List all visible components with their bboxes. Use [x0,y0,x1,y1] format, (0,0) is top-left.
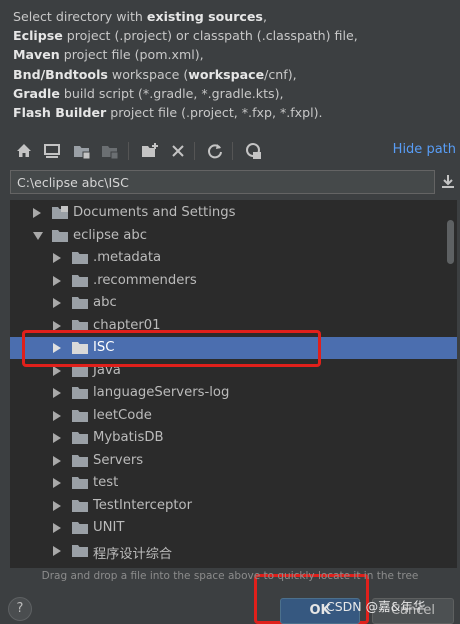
tree-row[interactable]: languageServers-log [10,382,457,404]
chevron-right-icon[interactable] [53,365,61,376]
chevron-right-icon[interactable] [53,545,61,556]
chevron-right-icon[interactable] [53,523,61,533]
desc-bnd: Bnd/Bndtools [13,66,108,82]
chevron-right-icon[interactable] [53,320,61,331]
folder-icon [72,454,88,467]
toolbar-separator [128,142,129,160]
chevron-right-icon[interactable] [53,433,61,443]
folder-icon [72,477,88,489]
desc-line5-text: build script (*.gradle, *.gradle.kts), [59,85,284,101]
help-button[interactable]: ? [8,597,32,621]
desc-line4-text: /cnf), [264,66,297,82]
desktop-icon[interactable] [42,141,62,161]
tree-row-label: .metadata [93,250,162,265]
folder-icon [52,206,68,219]
chevron-right-icon[interactable] [53,388,61,398]
folder-icon [72,499,88,512]
tree-row[interactable]: MybatisDB [10,427,457,449]
folder-icon [72,274,88,287]
directory-tree[interactable]: Documents and Settings eclipse abc .metada… [10,200,457,568]
tree-row-label: test [93,475,119,490]
desc-line4-mid: workspace ( [107,66,189,82]
tree-row-label: 程序设计综合 [93,546,173,562]
tree-row-label: Documents and Settings [73,205,236,220]
drag-drop-hint: Drag and drop a file into the space abov… [41,570,419,582]
chevron-right-icon[interactable] [53,500,61,511]
tree-row[interactable]: leetCode [10,405,457,427]
chevron-right-icon[interactable] [53,275,61,286]
description-text: Select directory with existing sources, … [13,7,453,122]
tree-row-label: Servers [93,452,144,468]
tree-row-label: abc [93,295,117,310]
download-icon[interactable] [440,173,456,189]
tree-row-label: eclipse abc [73,227,147,243]
desc-line3-text: project file (pom.xml), [59,47,204,63]
tree-row-label: leetCode [93,407,152,423]
chevron-right-icon[interactable] [53,253,61,263]
chevron-right-icon[interactable] [53,410,61,421]
toolbar-separator [232,142,233,160]
module-folder-icon[interactable] [100,141,120,161]
file-chooser-toolbar: Hide path [0,138,460,164]
folder-icon [72,522,88,534]
folder-icon [52,229,68,242]
tree-row[interactable]: .recommenders [10,270,457,292]
folder-icon [72,544,88,557]
desc-line6-text: project file (.project, *.fxp, *.fxpl). [106,105,323,121]
tree-row[interactable]: 程序设计综合 [10,540,457,562]
csdn-watermark: CSDN @嘉&年华 [326,599,426,614]
tree-horizontal-scrollbar[interactable] [10,562,457,568]
tree-row-label: UNIT [93,520,125,535]
folder-icon [72,252,88,264]
desc-flash-builder: Flash Builder [13,105,107,121]
tree-row[interactable]: Servers [10,450,457,472]
chevron-down-icon[interactable] [33,231,43,240]
hide-path-link[interactable]: Hide path [393,142,456,157]
home-icon[interactable] [14,141,34,161]
folder-icon [72,409,88,422]
tree-row-label: MybatisDB [93,430,164,445]
chevron-right-icon[interactable] [53,478,61,488]
chevron-right-icon[interactable] [33,208,41,218]
tree-row[interactable]: Documents and Settings [10,202,457,224]
desc-line1-suffix: , [262,9,267,24]
new-folder-icon[interactable] [140,141,160,161]
desc-gradle: Gradle [13,85,60,101]
toolbar-separator [194,142,195,160]
isc-highlight-annotation [22,330,321,367]
tree-row-label: .recommenders [93,272,197,288]
path-input[interactable] [10,170,435,194]
folder-icon [72,387,88,399]
delete-icon[interactable] [168,141,188,161]
desc-eclipse: Eclipse [13,28,63,44]
tree-row-label: languageServers-log [93,385,230,400]
tree-vertical-scrollbar[interactable] [447,220,454,264]
desc-line2-text: project (.project) or classpath (.classp… [62,28,358,44]
desc-existing-sources: existing sources [146,9,263,24]
tree-row[interactable]: UNIT [10,517,457,539]
refresh-icon[interactable] [205,141,225,161]
project-folder-icon[interactable] [72,141,92,161]
folder-icon [72,432,88,444]
chevron-right-icon[interactable] [53,455,61,466]
desc-line1-text: Select directory with [13,9,147,24]
desc-workspace: workspace [188,66,265,82]
tree-row[interactable]: abc [10,292,457,314]
folder-icon [72,297,88,309]
tree-row[interactable]: TestInterceptor [10,495,457,517]
tree-row[interactable]: eclipse abc [10,225,457,247]
chevron-right-icon[interactable] [53,298,61,308]
show-hidden-icon[interactable] [243,141,263,161]
tree-row[interactable]: test [10,472,457,494]
tree-row[interactable]: .metadata [10,247,457,269]
desc-maven: Maven [13,47,60,63]
tree-row-label: TestInterceptor [93,497,193,513]
